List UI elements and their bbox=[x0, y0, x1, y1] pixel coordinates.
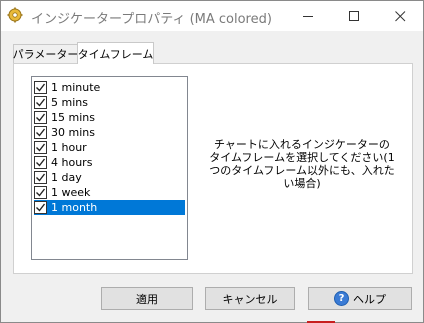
check-icon bbox=[36, 128, 46, 137]
list-item[interactable]: 5 mins bbox=[34, 95, 185, 110]
cancel-button[interactable]: キャンセル bbox=[205, 287, 295, 310]
list-item[interactable]: 30 mins bbox=[34, 125, 185, 140]
list-item[interactable]: 15 mins bbox=[34, 110, 185, 125]
tab-parameters[interactable]: パラメーター bbox=[13, 44, 78, 63]
list-item-label: 1 minute bbox=[51, 81, 101, 94]
checkbox[interactable] bbox=[34, 126, 47, 139]
checkbox[interactable] bbox=[34, 156, 47, 169]
maximize-icon bbox=[348, 10, 359, 21]
tab-timeframe[interactable]: タイムフレーム bbox=[77, 42, 154, 64]
apply-button-label: 適用 bbox=[136, 292, 158, 306]
list-item-label: 30 mins bbox=[51, 126, 95, 139]
checkbox[interactable] bbox=[34, 96, 47, 109]
close-icon bbox=[394, 10, 405, 21]
close-button[interactable] bbox=[377, 1, 423, 31]
list-item-label: 1 hour bbox=[51, 141, 87, 154]
minimize-button[interactable] bbox=[285, 1, 331, 31]
list-item-label: 1 month bbox=[51, 201, 98, 214]
timeframe-list[interactable]: 1 minute 5 mins 15 mins 30 mins 1 hour 4… bbox=[31, 76, 188, 260]
checkbox[interactable] bbox=[34, 186, 47, 199]
check-icon bbox=[36, 188, 46, 197]
check-icon bbox=[36, 158, 46, 167]
gear-icon bbox=[7, 7, 23, 23]
check-icon bbox=[36, 83, 46, 92]
list-item[interactable]: 1 hour bbox=[34, 140, 185, 155]
list-item-label: 5 mins bbox=[51, 96, 88, 109]
list-item-label: 15 mins bbox=[51, 111, 95, 124]
check-icon bbox=[36, 113, 46, 122]
list-item-label: 4 hours bbox=[51, 156, 93, 169]
window-title: インジケータープロパティ (MA colored) bbox=[31, 12, 272, 27]
list-item[interactable]: 1 day bbox=[34, 170, 185, 185]
maximize-button[interactable] bbox=[331, 1, 377, 31]
help-icon: ? bbox=[334, 291, 349, 306]
help-button-label: ヘルプ bbox=[353, 292, 386, 306]
checkbox[interactable] bbox=[34, 111, 47, 124]
checkbox[interactable] bbox=[34, 201, 47, 214]
check-icon bbox=[36, 98, 46, 107]
check-icon bbox=[36, 203, 46, 212]
timeframe-panel: 1 minute 5 mins 15 mins 30 mins 1 hour 4… bbox=[13, 63, 413, 274]
list-item-selected[interactable]: 1 month bbox=[34, 200, 185, 215]
dialog-window: インジケータープロパティ (MA colored) パラメーター タイムフレーム… bbox=[0, 0, 424, 323]
cancel-button-label: キャンセル bbox=[222, 292, 278, 306]
list-item[interactable]: 4 hours bbox=[34, 155, 185, 170]
minimize-icon bbox=[302, 15, 313, 17]
check-icon bbox=[36, 143, 46, 152]
list-item[interactable]: 1 week bbox=[34, 185, 185, 200]
list-item[interactable]: 1 minute bbox=[34, 80, 185, 95]
list-item-label: 1 week bbox=[51, 186, 91, 199]
list-item-label: 1 day bbox=[51, 171, 82, 184]
checkbox[interactable] bbox=[34, 171, 47, 184]
help-button[interactable]: ? ヘルプ bbox=[308, 287, 412, 310]
title-bar[interactable]: インジケータープロパティ (MA colored) bbox=[1, 1, 423, 31]
checkbox[interactable] bbox=[34, 141, 47, 154]
checkbox[interactable] bbox=[34, 81, 47, 94]
instruction-text: チャートに入れるインジケーターのタイムフレームを選択してください(1つのタイムフ… bbox=[209, 138, 395, 190]
apply-button[interactable]: 適用 bbox=[101, 287, 193, 310]
check-icon bbox=[36, 173, 46, 182]
